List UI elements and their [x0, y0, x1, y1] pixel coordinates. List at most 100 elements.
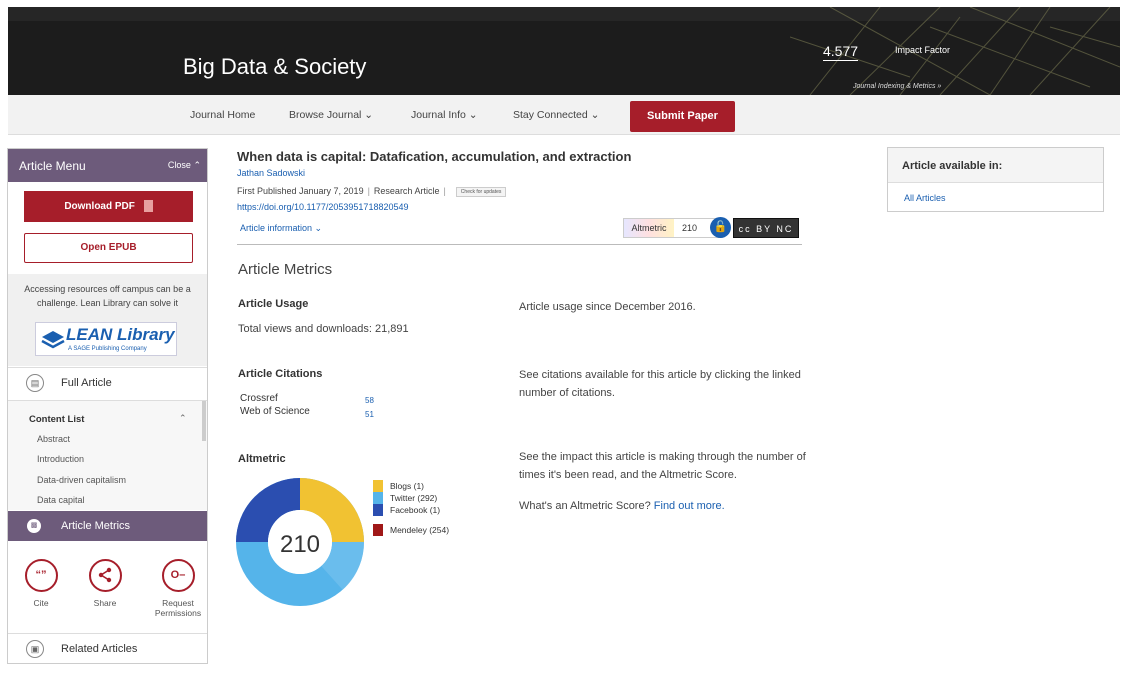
- find-out-more-link[interactable]: Find out more.: [654, 500, 725, 512]
- article-information-label: Article information: [240, 223, 313, 233]
- related-articles-link[interactable]: ▣ Related Articles: [8, 633, 207, 663]
- document-icon: ▤: [26, 374, 44, 392]
- key-icon: O–: [161, 559, 195, 592]
- altmetric-badge[interactable]: Altmetric 210: [623, 218, 722, 238]
- first-published: First Published January 7, 2019: [237, 186, 364, 196]
- altmetric-badge-score: 210: [682, 223, 698, 233]
- related-icon: ▣: [26, 640, 44, 658]
- altmetric-question: What's an Altmetric Score? Find out more…: [519, 497, 809, 515]
- lean-library-subtitle: A SAGE Publishing Company: [68, 346, 147, 352]
- journal-title[interactable]: Big Data & Society: [183, 54, 366, 80]
- divider: |: [367, 186, 370, 196]
- chevron-down-icon: ⌄: [364, 109, 374, 121]
- chevron-down-icon: ⌄: [314, 223, 323, 233]
- publication-info: First Published January 7, 2019 | Research…: [237, 186, 507, 197]
- article-available-box: Article available in: All Articles: [887, 147, 1104, 212]
- citation-source: Web of Science: [240, 406, 310, 417]
- full-article-link[interactable]: ▤ Full Article: [8, 367, 207, 397]
- lean-library-promo: Accessing resources off campus can be a …: [8, 274, 207, 366]
- main-nav: Journal Home Browse Journal ⌄ Journal In…: [8, 95, 1120, 135]
- creative-commons-badge[interactable]: cc BY NC: [733, 218, 799, 238]
- divider: [237, 244, 802, 245]
- divider: |: [443, 186, 446, 196]
- cite-label: Cite: [33, 598, 49, 608]
- altmetric-badge-label: Altmetric: [624, 219, 674, 237]
- metrics-heading: Article Metrics: [238, 261, 333, 278]
- close-menu-label: Close: [167, 160, 191, 170]
- article-menu-header: Article Menu Close ⌃: [8, 149, 207, 182]
- legend-label: Twitter (292): [390, 493, 438, 503]
- content-list-item[interactable]: Data-driven capitalism: [37, 475, 126, 485]
- all-articles-link[interactable]: All Articles: [904, 193, 946, 203]
- legend-label: Mendeley (254): [390, 525, 450, 535]
- article-menu: Article Menu Close ⌃ Download PDF Open E…: [7, 148, 208, 664]
- cite-button[interactable]: “” Cite: [21, 559, 61, 608]
- article-citations-heading: Article Citations: [238, 368, 323, 380]
- chevron-down-icon: ⌄: [468, 109, 478, 121]
- quote-icon: “”: [24, 559, 58, 592]
- lean-library-logo[interactable]: LEAN Library A SAGE Publishing Company: [35, 322, 177, 356]
- article-available-heading: Article available in:: [902, 160, 1003, 172]
- share-label: Share: [93, 598, 117, 608]
- related-articles-label: Related Articles: [61, 643, 138, 655]
- article-menu-title: Article Menu: [19, 159, 86, 173]
- indexing-metrics-link[interactable]: Journal Indexing & Metrics »: [853, 83, 941, 90]
- content-list-title: Content List: [29, 414, 85, 425]
- submit-paper-button[interactable]: Submit Paper: [630, 101, 735, 132]
- request-permissions-label: Request Permissions: [154, 598, 202, 618]
- pdf-file-icon: [143, 200, 153, 213]
- content-list-item[interactable]: Data capital: [37, 495, 85, 505]
- usage-since: Article usage since December 2016.: [519, 301, 696, 313]
- nav-journal-home[interactable]: Journal Home: [190, 109, 255, 121]
- nav-journal-info-label: Journal Info: [411, 109, 466, 121]
- citation-source: Crossref: [240, 393, 278, 404]
- article-type: Research Article: [373, 186, 440, 196]
- content-list-item[interactable]: Abstract: [37, 434, 70, 444]
- share-button[interactable]: Share: [85, 559, 125, 608]
- citation-count-link[interactable]: 58: [365, 396, 374, 405]
- nav-journal-info[interactable]: Journal Info ⌄: [411, 109, 478, 121]
- legend-swatch: [373, 524, 383, 536]
- site-header: Big Data & Society 4.577 Impact Factor J…: [8, 7, 1120, 95]
- content-list-item[interactable]: Introduction: [37, 454, 84, 464]
- legend-label: Facebook (1): [390, 505, 441, 515]
- citation-count-link[interactable]: 51: [365, 410, 374, 419]
- chevron-up-icon[interactable]: ⌃: [179, 413, 187, 424]
- lean-library-layers-icon: [41, 331, 65, 349]
- lean-library-text: Accessing resources off campus can be a …: [24, 284, 191, 308]
- bar-chart-icon: ▩: [27, 519, 41, 533]
- impact-factor-label: Impact Factor: [895, 45, 951, 55]
- request-permissions-button[interactable]: O– Request Permissions: [153, 559, 203, 618]
- altmetric-description: See the impact this article is making th…: [519, 451, 806, 481]
- usage-total: Total views and downloads: 21,891: [238, 323, 409, 335]
- doi-link[interactable]: https://doi.org/10.1177/2053951718820549: [237, 202, 408, 212]
- share-icon: [88, 559, 122, 592]
- open-epub-button[interactable]: Open EPUB: [24, 233, 193, 263]
- legend-swatch: [373, 504, 383, 516]
- author-link[interactable]: Jathan Sadowski: [237, 168, 305, 178]
- legend-swatch: [373, 480, 383, 492]
- article-available-header: Article available in:: [888, 148, 1103, 183]
- full-article-label: Full Article: [61, 377, 112, 389]
- nav-stay-connected-label: Stay Connected: [513, 109, 588, 121]
- altmetric-question-text: What's an Altmetric Score?: [519, 500, 651, 512]
- article-metrics-link[interactable]: ▩ Article Metrics: [8, 511, 207, 541]
- download-pdf-label: Download PDF: [64, 201, 135, 212]
- check-for-updates-button[interactable]: Check for updates: [455, 186, 507, 197]
- citations-description: See citations available for this article…: [519, 369, 801, 399]
- nav-stay-connected[interactable]: Stay Connected ⌄: [513, 109, 599, 121]
- close-menu-button[interactable]: Close ⌃: [168, 160, 201, 171]
- article-information-toggle[interactable]: Article information ⌄: [240, 223, 322, 234]
- nav-browse-journal-label: Browse Journal: [289, 109, 362, 121]
- nav-browse-journal[interactable]: Browse Journal ⌄: [289, 109, 373, 121]
- altmetric-donut[interactable]: 210: [236, 478, 364, 606]
- article-usage-heading: Article Usage: [238, 298, 309, 310]
- chevron-down-icon: ⌄: [590, 109, 600, 121]
- download-pdf-button[interactable]: Download PDF: [24, 191, 193, 222]
- altmetric-heading: Altmetric: [238, 453, 286, 465]
- legend-swatch: [373, 492, 383, 504]
- impact-factor-value: 4.577: [823, 43, 859, 61]
- legend-label: Blogs (1): [390, 481, 425, 491]
- content-list-scrollbar[interactable]: [202, 401, 206, 441]
- chevron-up-icon: ⌃: [193, 160, 201, 170]
